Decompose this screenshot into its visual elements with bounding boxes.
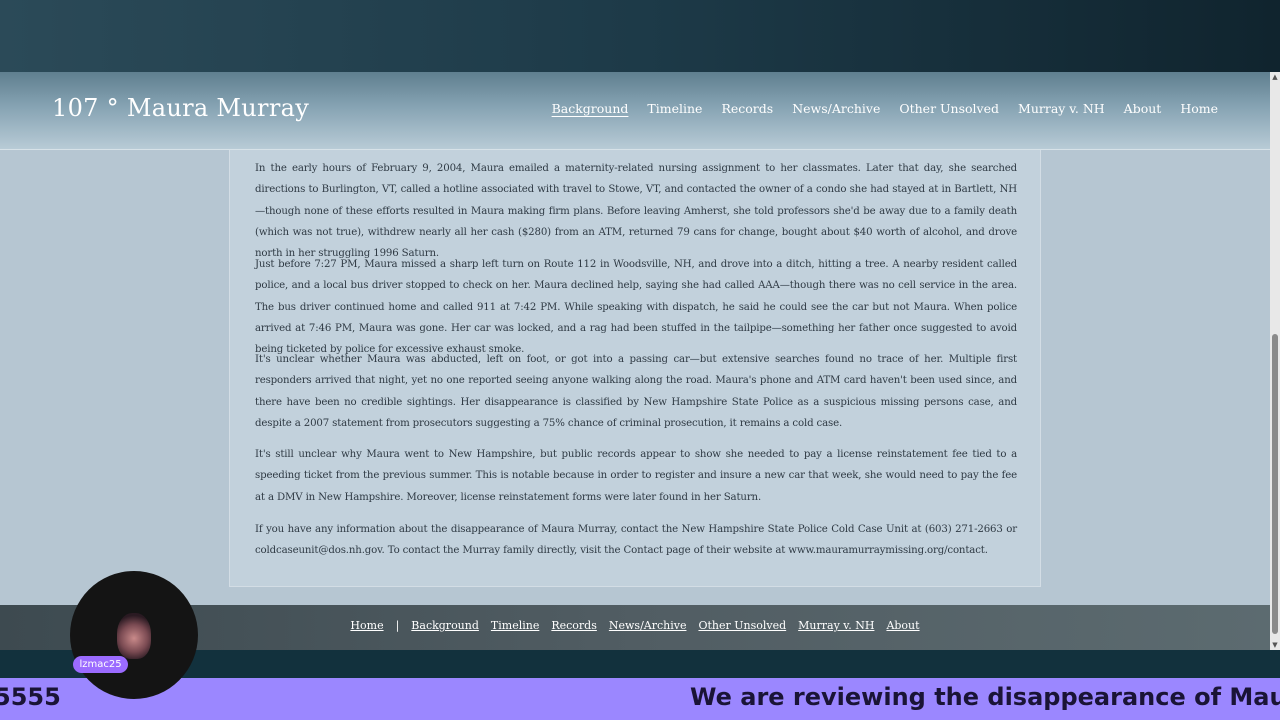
footer-link-background[interactable]: Background — [411, 619, 479, 632]
site-title[interactable]: 107 ° Maura Murray — [52, 94, 309, 122]
footer-separator: | — [395, 619, 400, 632]
streamer-avatar — [117, 613, 151, 659]
page-scrollbar[interactable]: ▲ ▼ — [1270, 72, 1280, 650]
footer-link-other-unsolved[interactable]: Other Unsolved — [698, 619, 786, 632]
site-header: 107 ° Maura Murray Background Timeline R… — [0, 72, 1270, 150]
footer-link-timeline[interactable]: Timeline — [491, 619, 539, 632]
nav-background[interactable]: Background — [552, 101, 629, 116]
paragraph-contact: If you have any information about the di… — [255, 524, 1017, 557]
nav-about[interactable]: About — [1124, 101, 1162, 116]
footer-link-news-archive[interactable]: News/Archive — [609, 619, 687, 632]
main-nav: Background Timeline Records News/Archive… — [552, 101, 1218, 116]
stream-ticker: 5555 We are reviewing the disappearance … — [0, 678, 1280, 720]
streamer-name-badge: lzmac25 — [73, 656, 128, 673]
footer-link-home[interactable]: Home — [350, 619, 383, 632]
nav-home[interactable]: Home — [1180, 101, 1218, 116]
content-card: In the early hours of February 9, 2004, … — [229, 150, 1041, 587]
scroll-down-arrow-icon[interactable]: ▼ — [1270, 640, 1280, 650]
nav-records[interactable]: Records — [721, 101, 773, 116]
nav-timeline[interactable]: Timeline — [647, 101, 702, 116]
scrollbar-thumb[interactable] — [1272, 334, 1278, 634]
ticker-text-right: We are reviewing the disappearance of Ma… — [690, 683, 1280, 711]
nav-news-archive[interactable]: News/Archive — [792, 101, 880, 116]
footer-link-records[interactable]: Records — [551, 619, 597, 632]
paragraph-timeline-day: In the early hours of February 9, 2004, … — [255, 163, 1017, 260]
browser-page: 107 ° Maura Murray Background Timeline R… — [0, 72, 1270, 650]
desktop-top-band — [0, 0, 1280, 72]
paragraph-searches: It's unclear whether Maura was abducted,… — [255, 354, 1017, 429]
nav-murray-v-nh[interactable]: Murray v. NH — [1018, 101, 1105, 116]
footer-link-about[interactable]: About — [886, 619, 919, 632]
webcam-overlay — [70, 571, 198, 699]
paragraph-motive: It's still unclear why Maura went to New… — [255, 449, 1017, 503]
paragraph-crash: Just before 7:27 PM, Maura missed a shar… — [255, 259, 1017, 356]
footer-link-murray-v-nh[interactable]: Murray v. NH — [798, 619, 874, 632]
nav-other-unsolved[interactable]: Other Unsolved — [899, 101, 999, 116]
ticker-text-left: 5555 — [0, 683, 61, 711]
scroll-up-arrow-icon[interactable]: ▲ — [1270, 72, 1280, 82]
